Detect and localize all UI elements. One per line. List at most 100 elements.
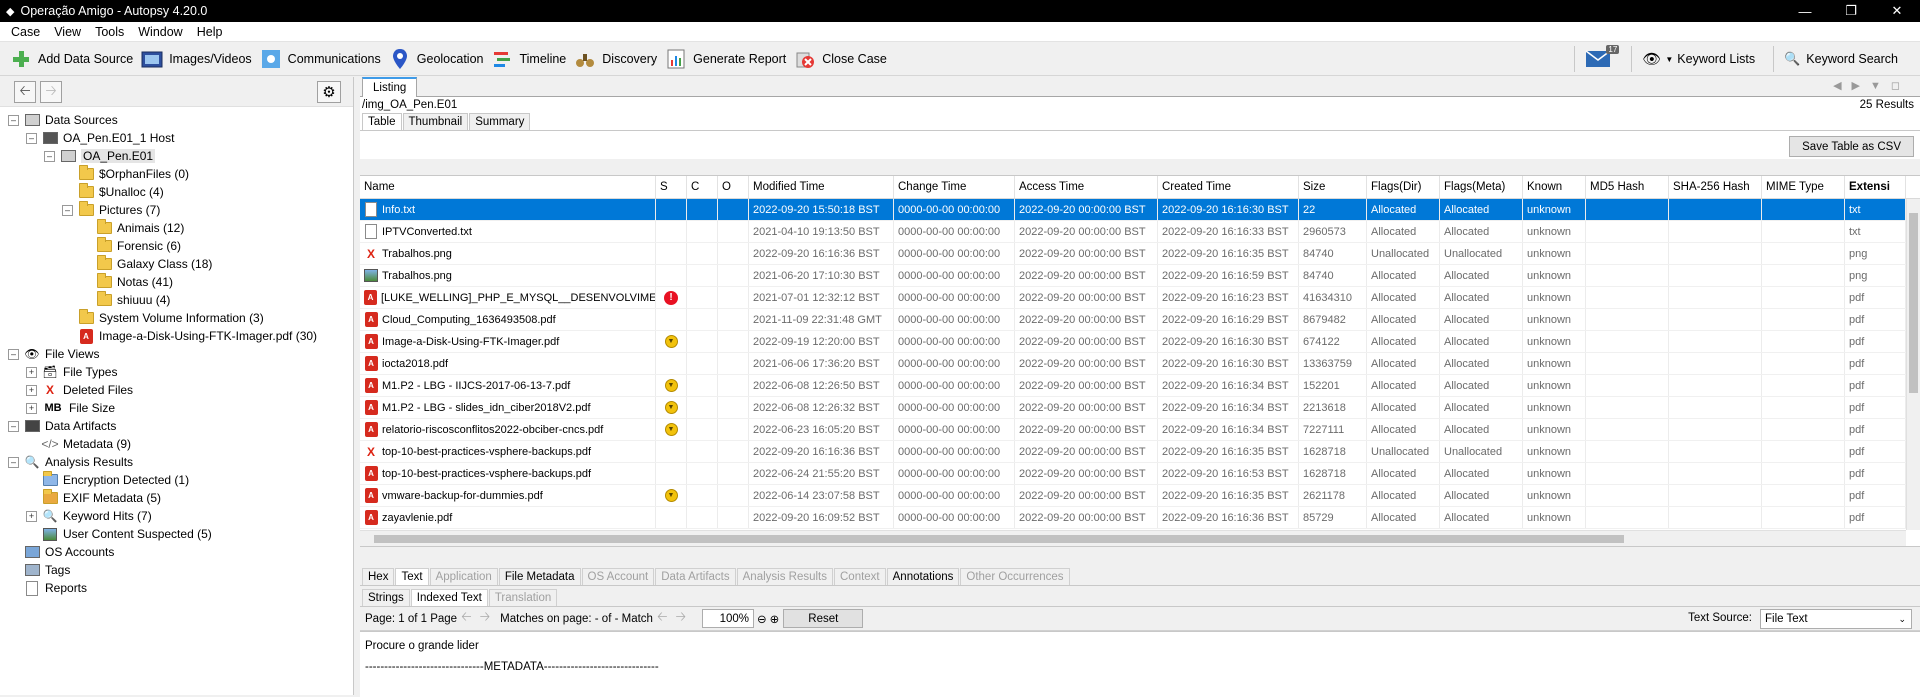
table-row[interactable]: A Cloud_Computing_1636493508.pdf 2021-11-0…: [360, 309, 1920, 331]
tree-galaxy-class[interactable]: Galaxy Class (18): [0, 255, 353, 273]
tree-data-artifacts[interactable]: – Data Artifacts: [0, 417, 353, 435]
tab-os-account[interactable]: OS Account: [581, 568, 655, 585]
table-row[interactable]: Azayavlenie.pdf 2022-09-20 16:09:52 BST 00…: [360, 507, 1920, 529]
column-header[interactable]: Change Time: [894, 176, 1015, 198]
collapse-icon[interactable]: –: [8, 114, 19, 126]
table-row[interactable]: Atop-10-best-practices-vsphere-backups.p…: [360, 463, 1920, 485]
zoom-in-icon[interactable]: ⊕: [770, 612, 780, 626]
tab-file-metadata[interactable]: File Metadata: [498, 568, 581, 585]
tree-host[interactable]: – OA_Pen.E01_1 Host: [0, 129, 353, 147]
geolocation-button[interactable]: Geolocation: [389, 45, 483, 73]
text-source-select[interactable]: File Text ⌄: [1760, 609, 1912, 629]
collapse-icon[interactable]: –: [8, 348, 19, 360]
generate-report-button[interactable]: Generate Report: [665, 45, 786, 73]
discovery-button[interactable]: Discovery: [574, 45, 657, 73]
column-header[interactable]: Flags(Dir): [1367, 176, 1440, 198]
back-button[interactable]: 🡠: [14, 80, 36, 103]
tab-summary[interactable]: Summary: [469, 113, 531, 130]
mail-notifications-button[interactable]: 17: [1585, 45, 1620, 73]
column-header[interactable]: SHA-256 Hash: [1669, 176, 1762, 198]
zoom-field[interactable]: 100%: [702, 609, 755, 628]
column-header[interactable]: Flags(Meta): [1440, 176, 1523, 198]
tree-tags[interactable]: Tags: [0, 561, 353, 579]
column-header[interactable]: Modified Time: [749, 176, 894, 198]
communications-button[interactable]: Communications: [260, 45, 381, 73]
text-content[interactable]: Procure o grande lider -----------------…: [360, 631, 1920, 697]
tree-image[interactable]: – OA_Pen.E01: [0, 147, 353, 165]
prev-match-button[interactable]: 🡠: [657, 608, 668, 630]
column-header[interactable]: MD5 Hash: [1586, 176, 1669, 198]
tree-unalloc[interactable]: $Unalloc (4): [0, 183, 353, 201]
tab-data-artifacts[interactable]: Data Artifacts: [655, 568, 736, 585]
collapse-icon[interactable]: –: [44, 150, 55, 162]
expand-icon[interactable]: +: [26, 366, 37, 378]
tab-other-occurrences[interactable]: Other Occurrences: [960, 568, 1070, 585]
next-page-button[interactable]: 🡢: [480, 608, 491, 630]
tree-pictures[interactable]: – Pictures (7): [0, 201, 353, 219]
expand-icon[interactable]: +: [26, 402, 37, 414]
table-row[interactable]: Trabalhos.png 2021-06-20 17:10:30 BST 0000…: [360, 265, 1920, 287]
tree-file-size[interactable]: + MB File Size: [0, 399, 353, 417]
horizontal-scrollbar[interactable]: [360, 530, 1906, 546]
table-row[interactable]: A Image-a-Disk-Using-FTK-Imager.pdf ▼ 2022-…: [360, 331, 1920, 353]
tree-reports[interactable]: Reports: [0, 579, 353, 597]
column-header[interactable]: O: [718, 176, 749, 198]
tab-thumbnail[interactable]: Thumbnail: [402, 113, 469, 130]
collapse-icon[interactable]: –: [26, 132, 37, 144]
expand-icon[interactable]: +: [26, 510, 37, 522]
minimize-icon[interactable]: —: [1782, 0, 1828, 22]
table-row[interactable]: A M1.P2 - LBG - slides_idn_ciber2018V2.pd…: [360, 397, 1920, 419]
tree-file-views[interactable]: – 👁 File Views: [0, 345, 353, 363]
tree-metadata[interactable]: </> Metadata (9): [0, 435, 353, 453]
collapse-icon[interactable]: –: [8, 456, 19, 468]
tree-encryption-detected[interactable]: Encryption Detected (1): [0, 471, 353, 489]
tab-application[interactable]: Application: [429, 568, 498, 585]
column-header[interactable]: Extensi: [1845, 176, 1906, 198]
tab-text[interactable]: Text: [395, 568, 429, 585]
maximize-icon[interactable]: ❐: [1828, 0, 1874, 22]
menu-window[interactable]: Window: [131, 25, 189, 39]
column-header[interactable]: S: [656, 176, 687, 198]
table-row[interactable]: A [LUKE_WELLING]_PHP_E_MYSQL__DESENVOLVIM…: [360, 287, 1920, 309]
menu-case[interactable]: Case: [4, 25, 47, 39]
next-match-button[interactable]: 🡢: [675, 608, 686, 630]
gear-icon[interactable]: ⚙: [317, 81, 341, 103]
tab-listing[interactable]: Listing: [362, 77, 418, 97]
tab-strings[interactable]: Strings: [362, 589, 410, 606]
keyword-search-button[interactable]: 🔍 Keyword Search: [1784, 45, 1898, 73]
column-header[interactable]: Created Time: [1158, 176, 1299, 198]
tab-hex[interactable]: Hex: [362, 568, 395, 585]
tree-deleted-files[interactable]: + X Deleted Files: [0, 381, 353, 399]
tab-annotations[interactable]: Annotations: [886, 568, 960, 585]
forward-button[interactable]: 🡢: [40, 80, 62, 103]
column-header[interactable]: MIME Type: [1762, 176, 1845, 198]
tree-analysis-results[interactable]: – 🔍 Analysis Results: [0, 453, 353, 471]
column-header[interactable]: Access Time: [1015, 176, 1158, 198]
tab-context[interactable]: Context: [834, 568, 886, 585]
tab-analysis-results[interactable]: Analysis Results: [736, 568, 833, 585]
expand-icon[interactable]: +: [26, 384, 37, 396]
tree-forensic[interactable]: Forensic (6): [0, 237, 353, 255]
collapse-icon[interactable]: –: [62, 204, 73, 216]
tree-notas[interactable]: Notas (41): [0, 273, 353, 291]
add-data-source-button[interactable]: Add Data Source: [10, 45, 133, 73]
tree-file-types[interactable]: + 🗃 File Types: [0, 363, 353, 381]
table-row[interactable]: A M1.P2 - LBG - IIJCS-2017-06-13-7.pdf ▼ 20…: [360, 375, 1920, 397]
collapse-icon[interactable]: –: [8, 420, 19, 432]
menu-view[interactable]: View: [47, 25, 88, 39]
tab-indexed-text[interactable]: Indexed Text: [410, 589, 488, 606]
column-header[interactable]: Name: [360, 176, 656, 198]
close-icon[interactable]: ✕: [1874, 0, 1920, 22]
table-row[interactable]: Arelatorio-riscosconflitos2022-obciber-c…: [360, 419, 1920, 441]
tab-table[interactable]: Table: [362, 113, 402, 130]
tree-user-content-suspected[interactable]: User Content Suspected (5): [0, 525, 353, 543]
column-header[interactable]: Size: [1299, 176, 1367, 198]
tree-orphan-files[interactable]: $OrphanFiles (0): [0, 165, 353, 183]
menu-tools[interactable]: Tools: [88, 25, 131, 39]
table-row[interactable]: Xtop-10-best-practices-vsphere-backups.p…: [360, 441, 1920, 463]
tree-keyword-hits[interactable]: + 🔍 Keyword Hits (7): [0, 507, 353, 525]
vertical-scrollbar[interactable]: [1906, 199, 1920, 530]
tree-shiuuu[interactable]: shiuuu (4): [0, 291, 353, 309]
table-row[interactable]: X Trabalhos.png 2022-09-20 16:16:36 BST 000…: [360, 243, 1920, 265]
images-videos-button[interactable]: Images/Videos: [141, 45, 252, 73]
